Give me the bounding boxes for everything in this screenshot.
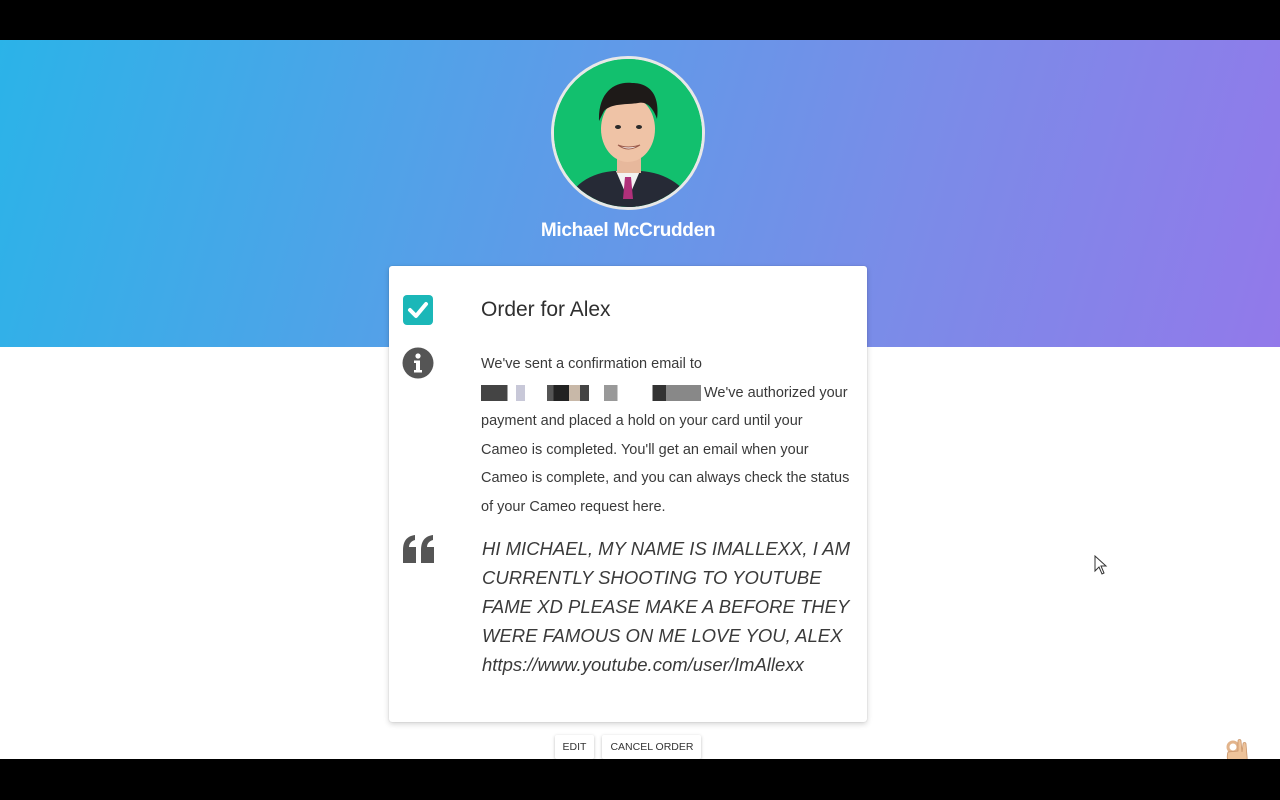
- confirmation-suffix: We've authorized your payment and placed…: [481, 384, 850, 515]
- page-viewport: Michael McCrudden Order for Alex We've s…: [0, 40, 1280, 759]
- order-title: Order for Alex: [481, 298, 611, 321]
- celebrity-name: Michael McCrudden: [540, 220, 716, 241]
- letterbox-bottom: [0, 759, 1280, 800]
- order-card: Order for Alex We've sent a confirmation…: [389, 266, 867, 722]
- order-actions: EDIT CANCEL ORDER: [0, 735, 1256, 759]
- ok-hand-icon: [1222, 738, 1252, 759]
- order-request-message: HI MICHAEL, MY NAME IS IMALLEXX, I AM CU…: [482, 538, 851, 675]
- confirmation-message: We've sent a confirmation email to We've…: [481, 350, 851, 521]
- celebrity-avatar: [551, 56, 705, 210]
- redacted-email: [481, 384, 701, 401]
- checkbox-checked-icon: [403, 295, 433, 325]
- quote-icon: [401, 534, 437, 564]
- confirmation-prefix: We've sent a confirmation email to: [481, 356, 702, 372]
- info-circle-icon: [402, 347, 434, 379]
- cancel-order-button[interactable]: CANCEL ORDER: [602, 735, 702, 759]
- edit-button[interactable]: EDIT: [554, 735, 595, 759]
- letterbox-top: [0, 0, 1280, 40]
- mouse-cursor-icon: [1094, 554, 1108, 580]
